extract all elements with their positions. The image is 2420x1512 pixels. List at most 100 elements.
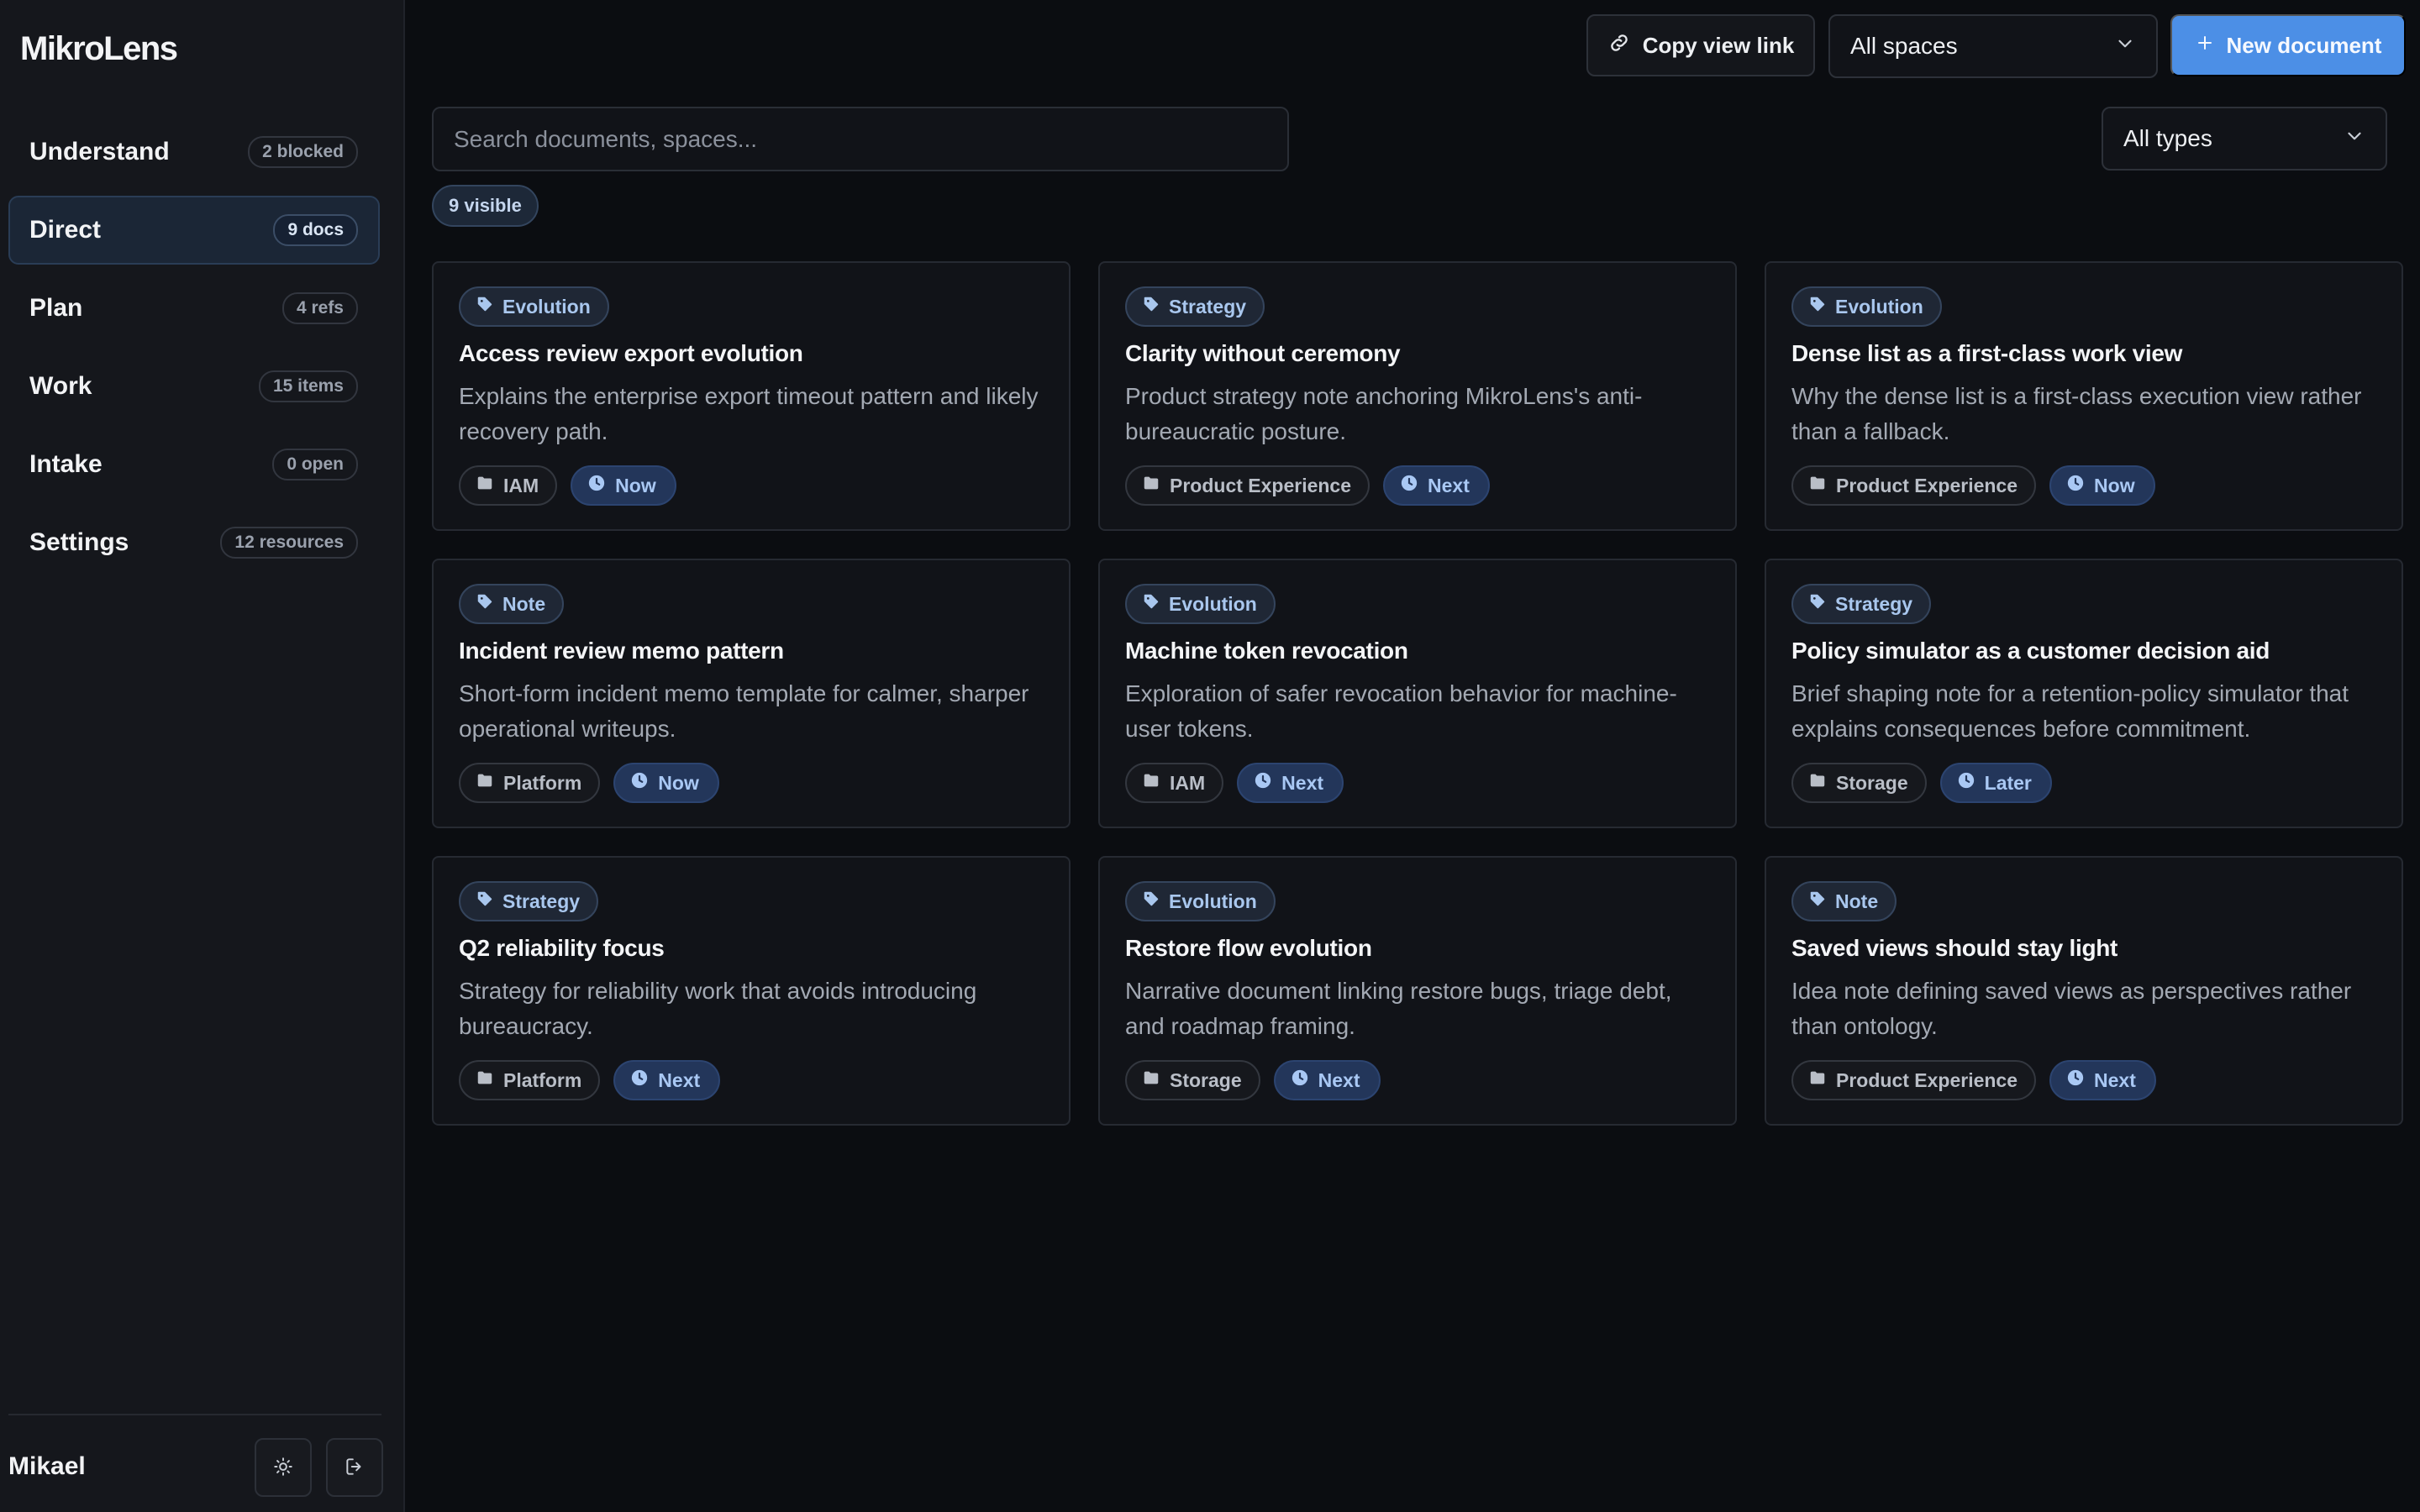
space-chip[interactable]: Storage	[1791, 763, 1927, 803]
tag-icon	[1808, 295, 1827, 318]
sidebar-item-direct[interactable]: Direct 9 docs	[8, 196, 380, 265]
sidebar-item-intake[interactable]: Intake 0 open	[8, 430, 380, 499]
horizon-chip-label: Later	[1984, 771, 2032, 794]
document-description: Why the dense list is a first-class exec…	[1791, 383, 2362, 444]
document-description: Explains the enterprise export timeout p…	[459, 383, 1039, 444]
space-chip[interactable]: IAM	[1125, 763, 1224, 803]
document-chips: Product Experience Now	[1791, 465, 2155, 506]
sidebar-item-work[interactable]: Work 15 items	[8, 352, 380, 421]
folder-icon	[1142, 474, 1160, 497]
document-chips: Platform Next	[459, 1060, 721, 1100]
document-card[interactable]: Note Incident review memo pattern Short-…	[432, 559, 1071, 828]
new-document-button[interactable]: New document	[2170, 14, 2406, 76]
horizon-chip-label: Next	[2094, 1068, 2136, 1091]
document-description: Brief shaping note for a retention-polic…	[1791, 680, 2349, 742]
document-card[interactable]: Evolution Dense list as a first-class wo…	[1765, 261, 2403, 531]
space-chip[interactable]: Product Experience	[1791, 465, 2037, 506]
copy-view-link-label: Copy view link	[1642, 32, 1795, 58]
document-title: Machine token revocation	[1125, 638, 1408, 664]
space-chip-label: Platform	[503, 1068, 582, 1091]
sidebar-item-understand[interactable]: Understand 2 blocked	[8, 118, 380, 186]
folder-icon	[1808, 771, 1827, 795]
plus-icon	[2195, 33, 2215, 59]
horizon-chip[interactable]: Next	[2049, 1060, 2156, 1100]
sun-icon	[272, 1456, 294, 1480]
document-card[interactable]: Strategy Clarity without ceremony Produc…	[1098, 261, 1737, 531]
document-card[interactable]: Note Saved views should stay light Idea …	[1765, 856, 2403, 1126]
space-chip-label: Product Experience	[1170, 474, 1352, 496]
space-chip[interactable]: Product Experience	[1125, 465, 1370, 506]
sidebar-item-plan[interactable]: Plan 4 refs	[8, 274, 380, 343]
space-chip[interactable]: Platform	[459, 1060, 601, 1100]
horizon-chip[interactable]: Now	[2049, 465, 2155, 506]
horizon-chip-label: Now	[658, 771, 699, 794]
document-title: Policy simulator as a customer decision …	[1791, 638, 2270, 664]
sidebar: MikroLens Understand 2 blocked Direct 9 …	[0, 0, 405, 1512]
clock-icon	[1291, 1068, 1309, 1092]
sidebar-item-badge: 15 items	[258, 370, 358, 402]
type-tag-label: Evolution	[1169, 890, 1257, 912]
tag-icon	[1808, 890, 1827, 913]
folder-icon	[476, 1068, 494, 1092]
type-tag: Evolution	[459, 286, 609, 327]
document-card[interactable]: Evolution Restore flow evolution Narrati…	[1098, 856, 1737, 1126]
space-chip-label: Product Experience	[1836, 474, 2018, 496]
horizon-chip-label: Now	[615, 474, 656, 496]
space-chip[interactable]: Product Experience	[1791, 1060, 2037, 1100]
sidebar-item-label: Work	[29, 372, 92, 400]
spaces-select-value: All spaces	[1850, 33, 1958, 59]
document-description: Narrative document linking restore bugs,…	[1125, 978, 1672, 1039]
horizon-chip[interactable]: Next	[1273, 1060, 1381, 1100]
copy-view-link-button[interactable]: Copy view link	[1586, 14, 1815, 76]
space-chip[interactable]: IAM	[459, 465, 558, 506]
type-tag-label: Evolution	[1169, 592, 1257, 615]
tag-icon	[1142, 890, 1160, 913]
space-chip[interactable]: Storage	[1125, 1060, 1260, 1100]
sidebar-item-badge: 4 refs	[281, 292, 358, 324]
sidebar-item-label: Direct	[29, 216, 102, 244]
type-tag: Strategy	[459, 881, 599, 921]
space-chip-label: Platform	[503, 771, 582, 794]
document-title: Incident review memo pattern	[459, 638, 784, 664]
clock-icon	[1400, 474, 1418, 497]
space-chip[interactable]: Platform	[459, 763, 601, 803]
horizon-chip[interactable]: Next	[613, 1060, 721, 1100]
sidebar-item-label: Intake	[29, 450, 103, 478]
document-title: Clarity without ceremony	[1125, 340, 1401, 366]
document-description: Product strategy note anchoring MikroLen…	[1125, 383, 1643, 444]
document-title: Restore flow evolution	[1125, 935, 1372, 961]
horizon-chip[interactable]: Now	[613, 763, 719, 803]
horizon-chip[interactable]: Next	[1383, 465, 1490, 506]
sidebar-item-badge: 12 resources	[220, 527, 358, 559]
horizon-chip-label: Next	[658, 1068, 701, 1091]
sidebar-item-settings[interactable]: Settings 12 resources	[8, 508, 380, 577]
document-card[interactable]: Evolution Access review export evolution…	[432, 261, 1071, 531]
type-tag-label: Strategy	[1835, 592, 1913, 615]
document-chips: Product Experience Next	[1791, 1060, 2156, 1100]
document-description: Exploration of safer revocation behavior…	[1125, 680, 1677, 742]
horizon-chip[interactable]: Later	[1939, 763, 2052, 803]
types-select[interactable]: All types	[2102, 107, 2387, 171]
document-chips: Storage Later	[1791, 763, 2052, 803]
spaces-select[interactable]: All spaces	[1828, 14, 2158, 78]
horizon-chip-label: Now	[2094, 474, 2135, 496]
theme-toggle-button[interactable]	[255, 1438, 312, 1497]
document-card[interactable]: Strategy Policy simulator as a customer …	[1765, 559, 2403, 828]
document-card[interactable]: Strategy Q2 reliability focus Strategy f…	[432, 856, 1071, 1126]
space-chip-label: IAM	[503, 474, 539, 496]
clock-icon	[2066, 474, 2085, 497]
type-tag-label: Strategy	[502, 890, 581, 912]
horizon-chip[interactable]: Next	[1237, 763, 1344, 803]
folder-icon	[1142, 771, 1160, 795]
document-card[interactable]: Evolution Machine token revocation Explo…	[1098, 559, 1737, 828]
document-title: Saved views should stay light	[1791, 935, 2118, 961]
sidebar-item-badge: 0 open	[272, 449, 358, 480]
logout-button[interactable]	[326, 1438, 383, 1497]
horizon-chip[interactable]: Now	[571, 465, 676, 506]
link-icon	[1607, 31, 1631, 60]
document-chips: IAM Now	[459, 465, 676, 506]
search-input[interactable]	[432, 107, 1289, 171]
sidebar-item-label: Settings	[29, 528, 129, 556]
document-description: Strategy for reliability work that avoid…	[459, 978, 977, 1039]
clock-icon	[630, 771, 649, 795]
